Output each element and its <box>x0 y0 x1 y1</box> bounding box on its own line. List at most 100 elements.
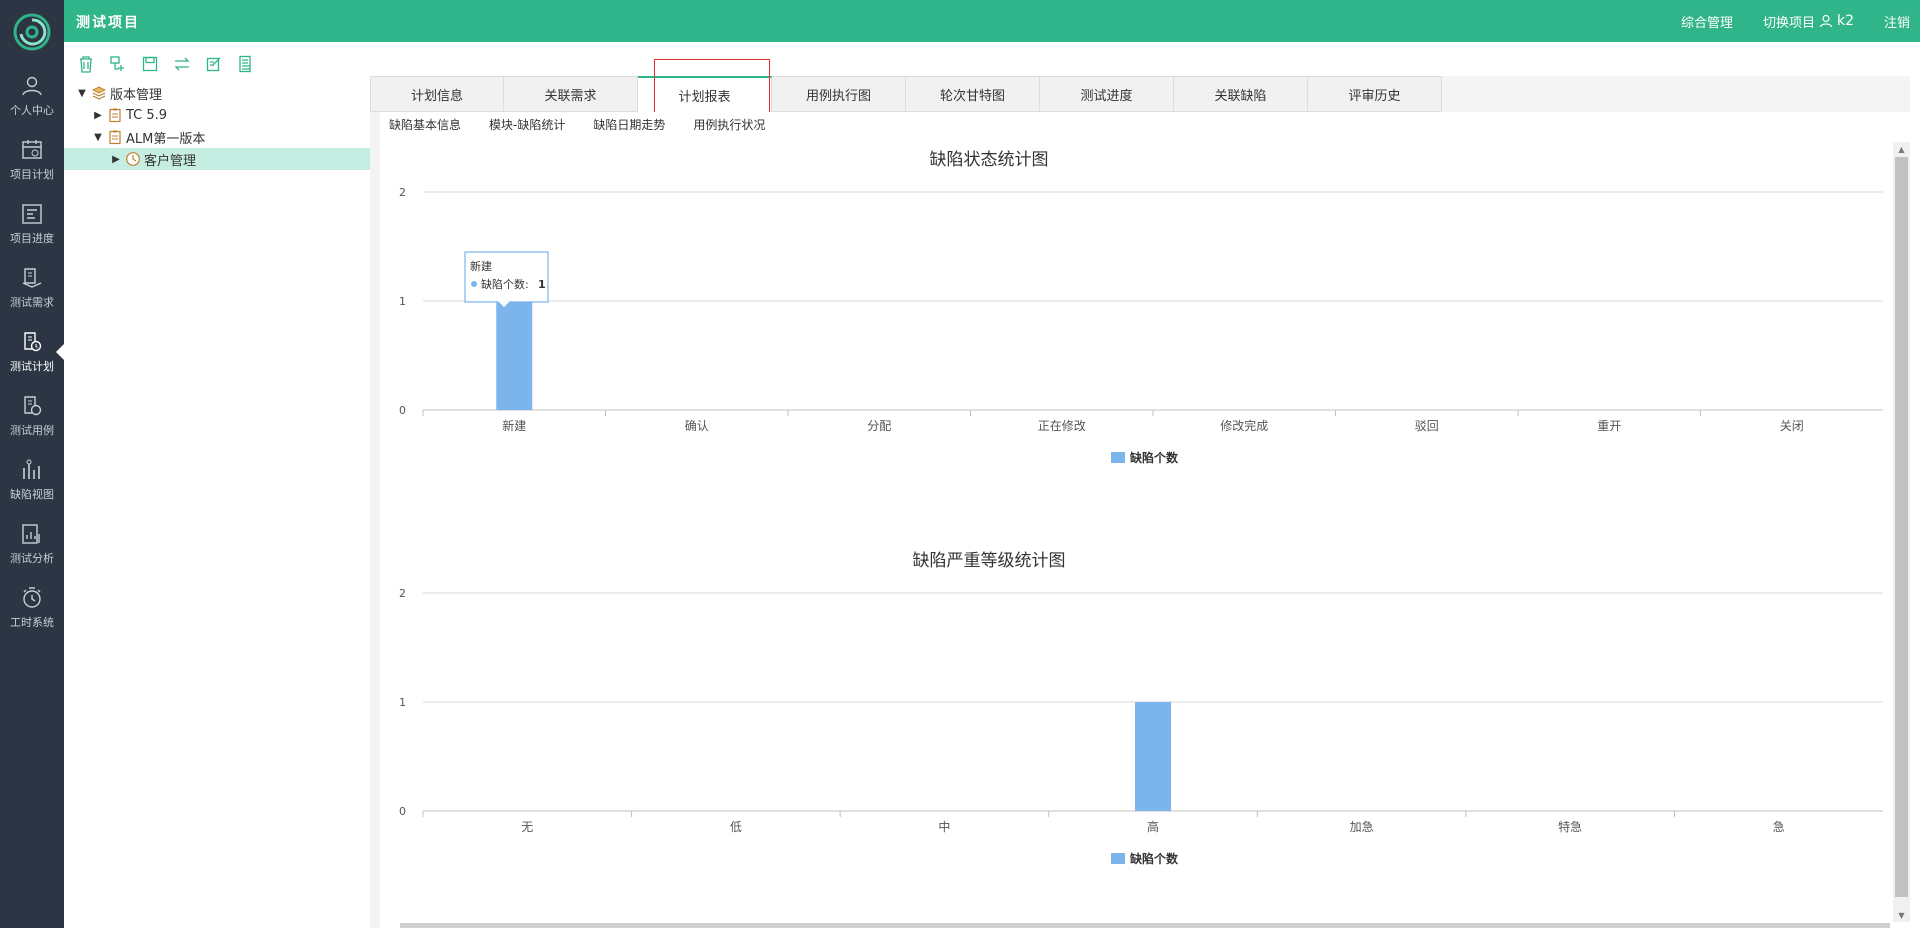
top-header: 测试项目 综合管理 切换项目 k2 注销 <box>64 0 1920 42</box>
save-icon[interactable] <box>140 54 160 74</box>
tooltip-value: 1 <box>538 278 546 291</box>
tree-node-root[interactable]: ▼ 版本管理 <box>64 82 370 104</box>
tree-label: TC 5.9 <box>126 107 168 123</box>
y-tick-label: 1 <box>399 295 406 308</box>
tab-6[interactable]: 关联缺陷 <box>1174 76 1308 112</box>
x-tick-label: 急 <box>1773 819 1785 834</box>
swap-icon[interactable] <box>172 54 192 74</box>
chart-tooltip: 新建缺陷个数: 1 <box>464 251 549 309</box>
bar <box>496 301 533 410</box>
nav-item-0[interactable]: 个人中心 <box>0 66 64 126</box>
x-tick-label: 分配 <box>867 419 891 433</box>
chart-title: 缺陷严重等级统计图 <box>913 551 1066 571</box>
switch-project-link[interactable]: 切换项目 <box>1763 12 1815 31</box>
x-tick-label: 关闭 <box>1780 419 1804 433</box>
logout-link[interactable]: 注销 <box>1884 12 1910 31</box>
clipboard-icon <box>107 107 123 123</box>
legend-label: 缺陷个数 <box>1130 851 1179 866</box>
nav-item-label: 项目进度 <box>10 232 54 245</box>
legend-swatch <box>1111 452 1125 463</box>
list-icon[interactable] <box>236 54 256 74</box>
plan-clock-icon <box>24 332 42 352</box>
nav-item-5[interactable]: 测试用例 <box>0 386 64 446</box>
x-tick-label: 加急 <box>1350 819 1374 834</box>
clock-icon <box>125 151 141 167</box>
y-tick-label: 0 <box>399 805 406 818</box>
user-icon <box>1819 14 1833 28</box>
case-icon <box>24 396 42 416</box>
tree-node-customer[interactable]: ▶ 客户管理 <box>64 148 370 170</box>
nav-item-label: 测试计划 <box>10 360 54 373</box>
subtab-3[interactable]: 用例执行状况 <box>693 116 765 133</box>
x-tick-label: 确认 <box>685 419 709 433</box>
progress-icon <box>22 204 42 224</box>
x-tick-label: 特急 <box>1558 819 1582 834</box>
app-logo <box>0 0 64 64</box>
tooltip-title: 新建 <box>470 259 492 273</box>
tab-4[interactable]: 轮次甘特图 <box>906 76 1040 112</box>
overall-mgmt-link[interactable]: 综合管理 <box>1681 12 1733 31</box>
tab-0[interactable]: 计划信息 <box>370 76 504 112</box>
nav-item-1[interactable]: 项目计划 <box>0 130 64 190</box>
legend-label: 缺陷个数 <box>1130 450 1179 465</box>
vertical-scrollbar[interactable]: ▲ ▼ <box>1893 142 1910 922</box>
left-nav: 个人中心项目计划项目进度测试需求测试计划测试用例缺陷视图测试分析工时系统 <box>0 0 64 928</box>
collapse-arrow-icon[interactable]: ▶ <box>110 154 122 165</box>
stack-icon <box>91 85 107 101</box>
tooltip-series: 缺陷个数: <box>481 277 529 291</box>
clipboard-icon <box>107 129 123 145</box>
charts-area: 缺陷状态统计图 0 1 2 新建 确认 分配 正在修改 修改完成 驳回 重开 关闭 缺陷个数 缺陷严重等级… <box>380 142 1890 922</box>
collapse-arrow-icon[interactable]: ▶ <box>92 110 104 121</box>
report-content: 缺陷基本信息 模块-缺陷统计 缺陷日期走势 用例执行状况 缺陷状态统计图 0 1 2 新建 确认… <box>380 112 1910 928</box>
charts-svg: 缺陷状态统计图012新建 确认 分配 正在修改 修改完成 驳回 重开 关闭缺陷个数缺陷严重等级… <box>399 150 1883 866</box>
bug-chart-icon <box>23 459 40 479</box>
legend-swatch <box>1111 853 1125 864</box>
nav-item-6[interactable]: 缺陷视图 <box>0 450 64 510</box>
tab-3[interactable]: 用例执行图 <box>772 76 906 112</box>
scroll-up-icon[interactable]: ▲ <box>1893 142 1910 156</box>
x-tick-label: 修改完成 <box>1220 418 1268 433</box>
nav-item-2[interactable]: 项目进度 <box>0 194 64 254</box>
tab-5[interactable]: 测试进度 <box>1040 76 1174 112</box>
x-tick-label: 重开 <box>1597 419 1621 433</box>
subtab-2[interactable]: 缺陷日期走势 <box>593 116 665 133</box>
tree-node-alm[interactable]: ▼ ALM第一版本 <box>64 126 370 148</box>
bar <box>1135 702 1171 811</box>
expand-arrow-icon[interactable]: ▼ <box>92 132 104 143</box>
scroll-thumb[interactable] <box>1895 157 1908 897</box>
nav-item-label: 缺陷视图 <box>10 488 54 501</box>
tree-node-tc[interactable]: ▶ TC 5.9 <box>64 104 370 126</box>
y-tick-label: 0 <box>399 404 406 417</box>
tab-7[interactable]: 评审历史 <box>1308 76 1442 112</box>
x-tick-label: 驳回 <box>1415 419 1439 433</box>
scroll-down-icon[interactable]: ▼ <box>1893 908 1910 922</box>
username: k2 <box>1836 13 1854 29</box>
tooltip-dot <box>471 281 477 287</box>
edit-icon[interactable] <box>204 54 224 74</box>
horizontal-scrollbar[interactable] <box>400 923 1890 928</box>
subtab-0[interactable]: 缺陷基本信息 <box>389 116 461 133</box>
main-panel: 计划信息 关联需求 计划报表 用例执行图 轮次甘特图 测试进度 关联缺陷 评审历史 缺陷基本信… <box>370 59 1910 928</box>
nav-item-3[interactable]: 测试需求 <box>0 258 64 318</box>
nav-item-label: 测试分析 <box>10 552 54 565</box>
x-tick-label: 新建 <box>502 418 526 433</box>
nav-item-7[interactable]: 测试分析 <box>0 514 64 574</box>
y-tick-label: 2 <box>399 186 406 199</box>
nav-item-label: 个人中心 <box>10 104 54 117</box>
add-node-icon[interactable] <box>108 54 128 74</box>
nav-item-label: 工时系统 <box>10 616 54 629</box>
tab-1[interactable]: 关联需求 <box>504 76 638 112</box>
calendar-icon <box>22 140 42 159</box>
x-tick-label: 正在修改 <box>1038 418 1086 433</box>
version-tree: ▼ 版本管理 ▶ TC 5.9 ▼ ALM第一版本 ▶ 客户管理 <box>64 82 370 170</box>
delete-icon[interactable] <box>76 54 96 74</box>
project-title: 测试项目 <box>76 15 140 31</box>
subtab-1[interactable]: 模块-缺陷统计 <box>489 116 565 133</box>
nav-item-4[interactable]: 测试计划 <box>0 322 64 382</box>
expand-arrow-icon[interactable]: ▼ <box>76 88 88 99</box>
nav-item-label: 测试需求 <box>10 296 54 309</box>
nav-item-8[interactable]: 工时系统 <box>0 578 64 638</box>
logo-swirl-icon <box>13 13 51 51</box>
nav-item-label: 项目计划 <box>10 168 54 181</box>
tab-2[interactable]: 计划报表 <box>638 76 772 112</box>
